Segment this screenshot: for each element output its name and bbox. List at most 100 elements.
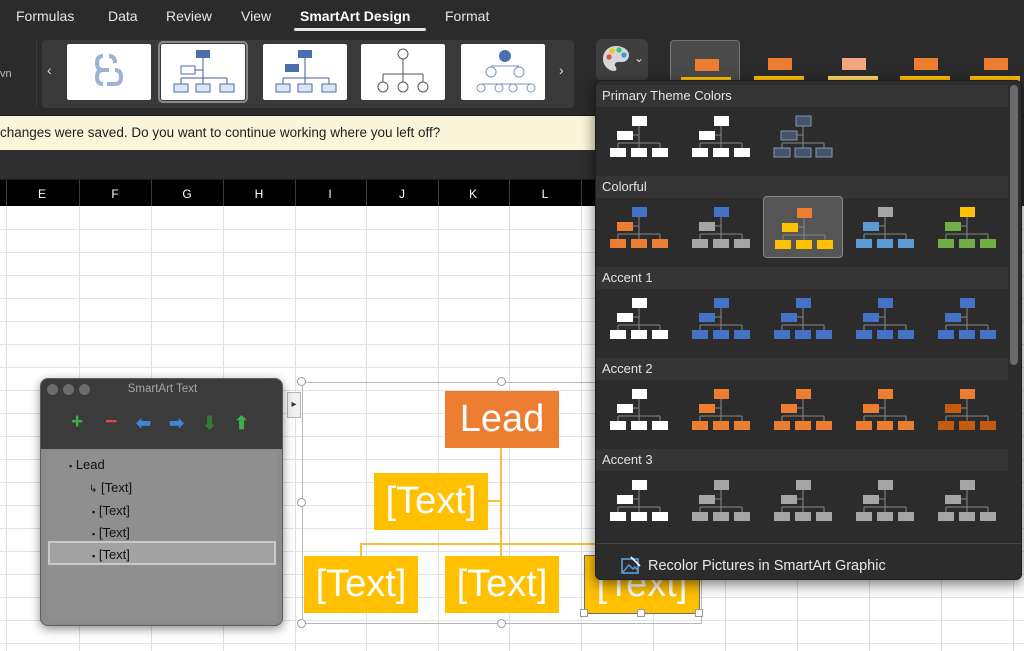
list-item-selected[interactable]: ▪ [Text]	[92, 547, 130, 562]
layout-thumb-name-title-org[interactable]	[263, 44, 347, 100]
list-item[interactable]: ▪ Lead	[69, 457, 105, 472]
color-option[interactable]	[599, 378, 679, 440]
smartart-style-thumb-1[interactable]	[670, 40, 740, 84]
col-header-k[interactable]: K	[463, 187, 483, 201]
color-option[interactable]	[763, 378, 843, 440]
org-chart-preview-icon	[774, 389, 832, 430]
color-option[interactable]	[599, 196, 679, 258]
node-handle[interactable]	[580, 609, 588, 617]
color-option[interactable]	[599, 287, 679, 349]
formula-bar[interactable]	[0, 150, 600, 180]
col-divider	[438, 180, 439, 206]
tab-smartart-design[interactable]: SmartArt Design	[300, 8, 410, 24]
color-option[interactable]	[681, 378, 761, 440]
resize-handle[interactable]	[297, 377, 306, 386]
smartart-lead-node[interactable]: Lead	[445, 391, 559, 448]
smartart-style-thumb-5[interactable]	[960, 40, 1024, 84]
bullet-icon: ▪	[92, 551, 96, 561]
color-option[interactable]	[599, 469, 679, 531]
col-header-f[interactable]: F	[105, 187, 125, 201]
section-header: Accent 1	[596, 267, 1008, 289]
smartart-child-node[interactable]: [Text]	[304, 556, 418, 613]
layout-thumb-interlocked[interactable]	[67, 44, 151, 100]
resize-handle[interactable]	[297, 498, 306, 507]
layout-thumb-org-chart[interactable]	[158, 41, 248, 103]
color-option[interactable]	[845, 287, 925, 349]
gallery-next-button[interactable]: ›	[559, 62, 564, 78]
tab-format[interactable]: Format	[445, 8, 489, 24]
col-header-i[interactable]: I	[320, 187, 340, 201]
remove-icon[interactable]: −	[105, 410, 117, 434]
col-divider	[79, 180, 80, 206]
col-header-j[interactable]: J	[392, 187, 412, 201]
color-option[interactable]	[599, 105, 679, 167]
tab-review[interactable]: Review	[166, 8, 212, 24]
col-header-l[interactable]: L	[535, 187, 555, 201]
layout-thumb-picture-hierarchy[interactable]	[461, 44, 545, 100]
smartart-style-thumb-3[interactable]	[818, 40, 888, 84]
color-option[interactable]	[681, 287, 761, 349]
section-label: Primary Theme Colors	[602, 88, 732, 103]
color-option[interactable]	[845, 469, 925, 531]
text-outline-list[interactable]: ▪ Lead ↳ [Text] ▪ [Text] ▪ [Text] ▪ [Tex…	[47, 451, 277, 621]
node-handle[interactable]	[637, 609, 645, 617]
col-header-g[interactable]: G	[177, 187, 197, 201]
org-chart-preview-icon	[610, 116, 668, 157]
col-divider	[509, 180, 510, 206]
demote-icon[interactable]: ➡	[169, 413, 184, 434]
color-option[interactable]	[927, 287, 1007, 349]
org-chart-preview-icon	[692, 298, 750, 339]
move-up-icon[interactable]: ⬆	[234, 413, 249, 434]
layout-thumb-circle-hierarchy[interactable]	[361, 44, 445, 100]
move-down-icon[interactable]: ⬇	[202, 413, 217, 434]
smartart-child-node[interactable]: [Text]	[445, 556, 559, 613]
color-option[interactable]	[681, 469, 761, 531]
node-handle[interactable]	[695, 609, 703, 617]
col-header-h[interactable]: H	[249, 187, 269, 201]
list-item[interactable]: ↳ [Text]	[89, 480, 132, 495]
scrollbar[interactable]	[1010, 85, 1018, 365]
gallery-prev-button[interactable]: ‹	[47, 62, 52, 78]
color-option[interactable]	[927, 469, 1007, 531]
color-option[interactable]	[927, 196, 1007, 258]
tab-view[interactable]: View	[241, 8, 271, 24]
change-colors-button[interactable]: ⌄	[596, 39, 648, 81]
color-option[interactable]	[763, 287, 843, 349]
color-option[interactable]	[681, 196, 761, 258]
color-option-selected[interactable]	[763, 196, 843, 258]
color-option[interactable]	[763, 105, 843, 167]
color-option[interactable]	[763, 469, 843, 531]
col-divider	[151, 180, 152, 206]
org-chart-preview-icon	[856, 207, 914, 248]
tab-formulas[interactable]: Formulas	[16, 8, 74, 24]
excel-window: Formulas Data Review View SmartArt Desig…	[0, 0, 1024, 651]
recolor-pictures-menu-item[interactable]: Recolor Pictures in SmartArt Graphic	[620, 554, 886, 578]
selected-row-highlight	[48, 541, 276, 565]
menu-divider	[596, 543, 1021, 544]
bullet-icon: ▪	[69, 461, 73, 471]
resize-handle[interactable]	[297, 619, 306, 628]
tab-data[interactable]: Data	[108, 8, 138, 24]
resize-handle[interactable]	[497, 377, 506, 386]
add-icon[interactable]: +	[71, 410, 83, 434]
section-header: Accent 2	[596, 358, 1008, 380]
color-option[interactable]	[845, 378, 925, 440]
smartart-style-thumb-4[interactable]	[890, 40, 960, 84]
promote-icon[interactable]: ⬅	[136, 413, 151, 434]
section-label: Accent 3	[602, 452, 653, 467]
connector-line	[500, 448, 502, 556]
org-chart-preview-icon	[692, 116, 750, 157]
col-header-e[interactable]: E	[32, 187, 52, 201]
text-pane-toggle[interactable]: ▸	[287, 392, 301, 418]
list-item[interactable]: ▪ [Text]	[92, 525, 130, 540]
list-item-text: [Text]	[98, 547, 130, 562]
list-item[interactable]: ▪ [Text]	[92, 503, 130, 518]
connector-line	[488, 500, 502, 502]
color-option[interactable]	[927, 378, 1007, 440]
resize-handle[interactable]	[497, 619, 506, 628]
smartart-style-thumb-2[interactable]	[744, 40, 814, 84]
smartart-assistant-node[interactable]: [Text]	[374, 473, 488, 530]
col-divider	[295, 180, 296, 206]
color-option[interactable]	[681, 105, 761, 167]
color-option[interactable]	[845, 196, 925, 258]
